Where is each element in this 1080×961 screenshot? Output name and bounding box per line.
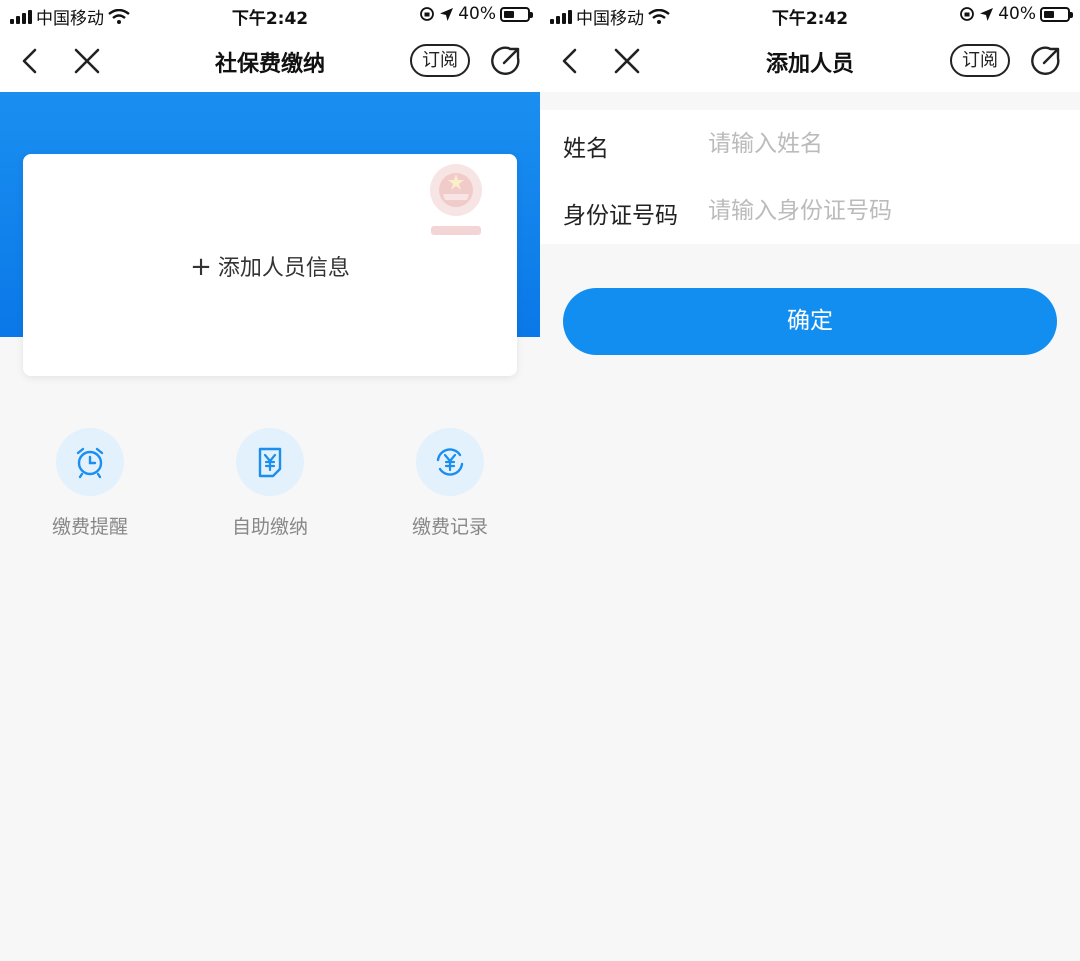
shortcut-icon-bg bbox=[236, 428, 304, 496]
shortcut-icon-bg bbox=[416, 428, 484, 496]
shortcut-self-payment[interactable]: 自助缴纳 bbox=[210, 428, 330, 539]
name-input[interactable] bbox=[708, 124, 1058, 164]
subscribe-button[interactable]: 订阅 bbox=[410, 44, 470, 77]
name-row: 姓名 bbox=[540, 110, 1080, 177]
plus-icon: + bbox=[190, 252, 212, 282]
social-insurance-screen: 中国移动 下午2:42 40% 社保费缴纳 订阅 + 添加人员信息 缴费提醒 自… bbox=[0, 0, 540, 961]
shortcut-label: 缴费提醒 bbox=[51, 516, 128, 538]
id-number-input[interactable] bbox=[708, 191, 1058, 231]
orientation-lock-icon bbox=[960, 7, 975, 21]
shortcut-label: 自助缴纳 bbox=[231, 516, 308, 538]
nav-bar: 社保费缴纳 订阅 bbox=[0, 30, 540, 92]
battery-icon bbox=[500, 6, 533, 22]
add-person-card: + 添加人员信息 bbox=[23, 154, 517, 376]
shortcut-payment-records[interactable]: 缴费记录 bbox=[390, 428, 510, 539]
shortcut-label: 缴费记录 bbox=[411, 516, 488, 538]
add-person-button[interactable]: + 添加人员信息 bbox=[23, 250, 517, 282]
name-label: 姓名 bbox=[563, 136, 609, 162]
battery-icon bbox=[1040, 6, 1073, 22]
location-arrow-icon bbox=[440, 7, 454, 21]
battery-percent: 40% bbox=[998, 4, 1036, 24]
shortcut-payment-reminder[interactable]: 缴费提醒 bbox=[30, 428, 150, 539]
status-right-group: 40% bbox=[959, 4, 1073, 24]
app-composite: 中国移动 下午2:42 40% 社保费缴纳 订阅 + 添加人员信息 缴费提醒 自… bbox=[0, 0, 1080, 961]
add-person-label: 添加人员信息 bbox=[217, 256, 350, 281]
share-icon[interactable] bbox=[488, 43, 524, 79]
id-number-label: 身份证号码 bbox=[563, 203, 678, 229]
yuan-document-icon bbox=[258, 447, 282, 478]
person-form: 姓名 身份证号码 bbox=[540, 110, 1080, 244]
add-person-screen: 中国移动 下午2:42 40% 添加人员 订阅 姓名 身 bbox=[540, 0, 1080, 961]
status-bar: 中国移动 下午2:42 40% bbox=[0, 0, 540, 30]
nav-bar: 添加人员 订阅 bbox=[540, 30, 1080, 92]
confirm-button[interactable]: 确定 bbox=[563, 288, 1057, 355]
shortcut-grid: 缴费提醒 自助缴纳 缴费记录 bbox=[0, 428, 540, 538]
alarm-clock-icon bbox=[76, 447, 104, 479]
status-bar: 中国移动 下午2:42 40% bbox=[540, 0, 1080, 30]
shortcut-icon-bg bbox=[56, 428, 124, 496]
orientation-lock-icon bbox=[420, 7, 435, 21]
location-arrow-icon bbox=[980, 7, 994, 21]
subscribe-button[interactable]: 订阅 bbox=[950, 44, 1010, 77]
share-icon[interactable] bbox=[1028, 43, 1064, 79]
status-right-group: 40% bbox=[419, 4, 533, 24]
battery-percent: 40% bbox=[458, 4, 496, 24]
yuan-refresh-icon bbox=[436, 448, 464, 476]
id-row: 身份证号码 bbox=[540, 177, 1080, 244]
national-emblem-icon bbox=[430, 164, 482, 235]
